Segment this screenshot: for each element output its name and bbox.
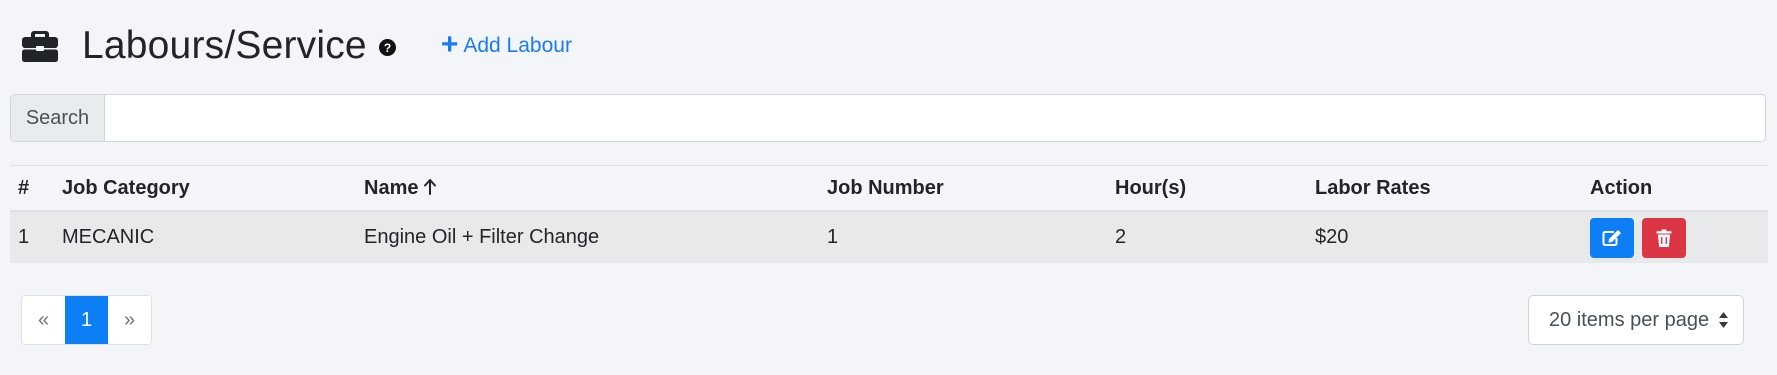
labour-service-page: Labours/Service ? + Add Labour Search # …: [0, 0, 1777, 375]
cell-labor-rates: $20: [1315, 226, 1349, 248]
svg-text:?: ?: [384, 41, 391, 55]
table-row: 1 MECANIC Engine Oil + Filter Change 1 2…: [10, 211, 1768, 263]
add-labour-button[interactable]: + Add Labour: [440, 27, 572, 61]
cell-job-number: 1: [827, 226, 839, 248]
pagination-prev[interactable]: «: [22, 296, 65, 344]
search-group: Search: [10, 94, 1766, 142]
column-header-name-label: Name: [364, 176, 419, 199]
pagination-page-1[interactable]: 1: [65, 296, 108, 344]
labour-table: # Job Category Name Job Number Hour(s) L…: [10, 165, 1768, 263]
table-header-row: # Job Category Name Job Number Hour(s) L…: [10, 165, 1768, 212]
search-label: Search: [11, 95, 105, 141]
cell-hours: 2: [1115, 226, 1127, 248]
column-header-hours[interactable]: Hour(s): [1115, 166, 1315, 212]
search-input[interactable]: [105, 95, 1765, 141]
column-header-labor-rates[interactable]: Labor Rates: [1315, 166, 1590, 212]
page-header: Labours/Service ? + Add Labour: [20, 18, 572, 72]
edit-icon: [1602, 229, 1621, 246]
briefcase-icon: [22, 31, 58, 62]
column-header-job-category[interactable]: Job Category: [62, 166, 364, 212]
column-header-job-number[interactable]: Job Number: [827, 166, 1115, 212]
select-updown-icon: [1719, 312, 1728, 328]
page-title: Labours/Service: [82, 23, 367, 67]
cell-index: 1: [18, 226, 30, 248]
pagination-next[interactable]: »: [108, 296, 151, 344]
edit-button[interactable]: [1590, 217, 1634, 258]
table-body: 1 MECANIC Engine Oil + Filter Change 1 2…: [10, 211, 1768, 263]
sort-ascending-icon: [424, 178, 437, 195]
items-per-page-select[interactable]: 20 items per page: [1528, 295, 1744, 345]
question-circle-icon[interactable]: ?: [378, 38, 396, 56]
table-header: # Job Category Name Job Number Hour(s) L…: [10, 165, 1768, 212]
column-header-name[interactable]: Name: [364, 166, 827, 212]
plus-icon: +: [440, 27, 459, 61]
trash-icon: [1656, 229, 1672, 247]
cell-name: Engine Oil + Filter Change: [364, 226, 600, 248]
column-header-action: Action: [1590, 176, 1653, 199]
delete-button[interactable]: [1642, 217, 1686, 258]
cell-job-category: MECANIC: [62, 226, 155, 248]
pagination: « 1 »: [21, 295, 152, 345]
cell-action: [1590, 211, 1768, 263]
add-labour-label: Add Labour: [463, 34, 572, 57]
column-header-index[interactable]: #: [10, 166, 62, 212]
items-per-page-value: 20 items per page: [1549, 308, 1710, 331]
